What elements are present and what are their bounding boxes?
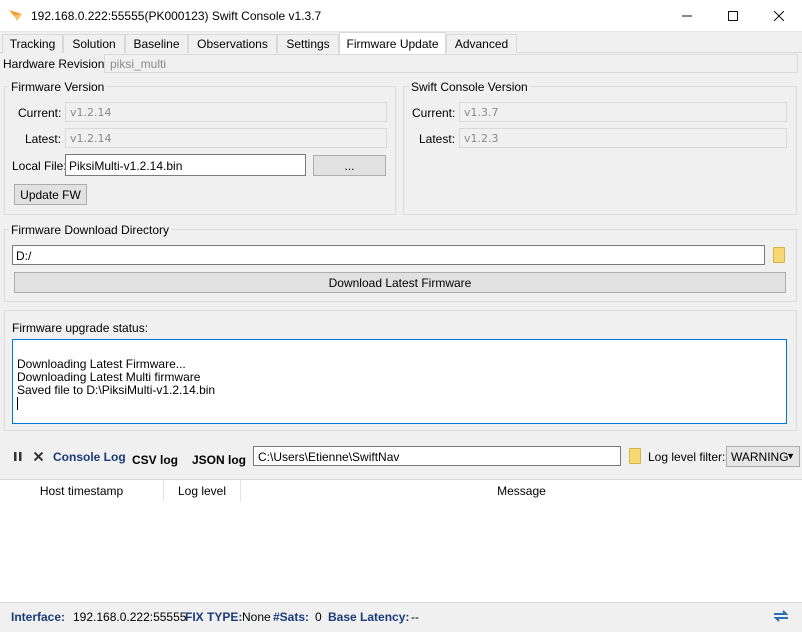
column-header-message[interactable]: Message [241, 480, 802, 502]
console-latest-label: Latest: [419, 132, 456, 146]
hardware-revision-label: Hardware Revision: [3, 57, 108, 71]
console-latest-field: v1.2.3 [459, 128, 787, 148]
tab-baseline[interactable]: Baseline [125, 34, 188, 53]
download-label: Download Latest Firmware [328, 275, 472, 290]
fw-current-field: v1.2.14 [65, 102, 387, 122]
tab-label: Tracking [9, 37, 56, 51]
chevron-down-icon: ▼ [786, 451, 795, 461]
column-label: Log level [177, 484, 227, 498]
upgrade-status-log[interactable]: Downloading Latest Firmware... Downloadi… [12, 339, 787, 424]
tab-bar: Tracking Solution Baseline Observations … [0, 32, 802, 54]
log-level-value: WARNING [731, 450, 789, 464]
tab-solution[interactable]: Solution [63, 34, 125, 53]
tab-firmware-update[interactable]: Firmware Update [339, 32, 446, 54]
fw-current-label: Current: [18, 106, 62, 120]
minimize-button[interactable] [664, 0, 710, 31]
clear-log-icon[interactable] [34, 452, 43, 461]
tab-observations[interactable]: Observations [188, 34, 277, 53]
status-line: Saved file to D:\PiksiMulti-v1.2.14.bin [17, 383, 216, 397]
tab-label: Firmware Update [346, 36, 439, 51]
update-fw-button[interactable]: Update FW [14, 184, 87, 205]
upgrade-status-title: Firmware upgrade status: [12, 321, 149, 335]
download-latest-firmware-button[interactable]: Download Latest Firmware [14, 272, 786, 293]
tab-settings[interactable]: Settings [277, 34, 339, 53]
browse-label: ... [344, 158, 355, 173]
csv-log-toggle[interactable]: CSV log [132, 453, 178, 467]
tab-label: Baseline [133, 37, 180, 51]
title-bar: 192.168.0.222:55555(PK000123) Swift Cons… [0, 0, 802, 32]
update-fw-label: Update FW [20, 187, 81, 202]
tab-label: Observations [197, 37, 268, 51]
hardware-revision-field: piksi_multi [104, 54, 798, 73]
console-current-label: Current: [412, 106, 456, 120]
swift-logo-icon [9, 10, 22, 21]
maximize-icon [728, 10, 738, 21]
fix-type-value: None [242, 610, 271, 624]
download-directory-input[interactable]: D:/ [12, 245, 765, 265]
log-level-filter-label: Log level filter: [648, 450, 726, 464]
base-latency-value: -- [411, 610, 419, 624]
console-log-tab[interactable]: Console Log [53, 450, 126, 464]
pause-icon[interactable] [14, 452, 22, 461]
browse-file-button[interactable]: ... [313, 155, 386, 176]
maximize-button[interactable] [710, 0, 756, 31]
local-file-input[interactable]: PiksiMulti-v1.2.14.bin [65, 154, 306, 176]
tab-label: Advanced [454, 37, 509, 51]
close-icon [774, 10, 784, 21]
json-log-toggle[interactable]: JSON log [192, 453, 246, 467]
base-latency-label: Base Latency: [328, 610, 410, 624]
console-current-field: v1.3.7 [459, 102, 787, 122]
column-header-log-level[interactable]: Log level [164, 480, 241, 502]
log-folder-icon[interactable] [629, 448, 641, 464]
tab-label: Solution [72, 37, 116, 51]
interface-label: Interface: [11, 610, 66, 624]
local-file-label: Local File: [12, 159, 67, 173]
fix-type-label: FIX TYPE: [185, 610, 243, 624]
minimize-icon [682, 15, 692, 16]
fw-latest-field: v1.2.14 [65, 128, 387, 148]
log-table[interactable]: Host timestamp Log level Message [0, 479, 802, 602]
fw-latest-label: Latest: [25, 132, 62, 146]
folder-icon[interactable] [773, 247, 785, 263]
log-level-select[interactable]: WARNING ▼ [726, 446, 800, 467]
firmware-version-title: Firmware Version [9, 80, 107, 94]
console-version-title: Swift Console Version [409, 80, 530, 94]
close-button[interactable] [756, 0, 802, 31]
text-caret [17, 397, 18, 410]
tab-advanced[interactable]: Advanced [446, 34, 517, 53]
window-title: 192.168.0.222:55555(PK000123) Swift Cons… [31, 9, 322, 23]
column-header-host-timestamp[interactable]: Host timestamp [0, 480, 164, 502]
connection-refresh-icon[interactable] [771, 608, 791, 624]
column-label: Message [497, 484, 546, 498]
tab-tracking[interactable]: Tracking [2, 34, 63, 53]
tab-label: Settings [286, 37, 330, 51]
log-path-input[interactable]: C:\Users\Etienne\SwiftNav [253, 446, 621, 466]
download-directory-title: Firmware Download Directory [9, 223, 172, 237]
interface-value: 192.168.0.222:55555 [73, 610, 187, 624]
sats-label: #Sats: [273, 610, 310, 624]
sats-value: 0 [315, 610, 322, 624]
column-label: Host timestamp [39, 484, 124, 498]
